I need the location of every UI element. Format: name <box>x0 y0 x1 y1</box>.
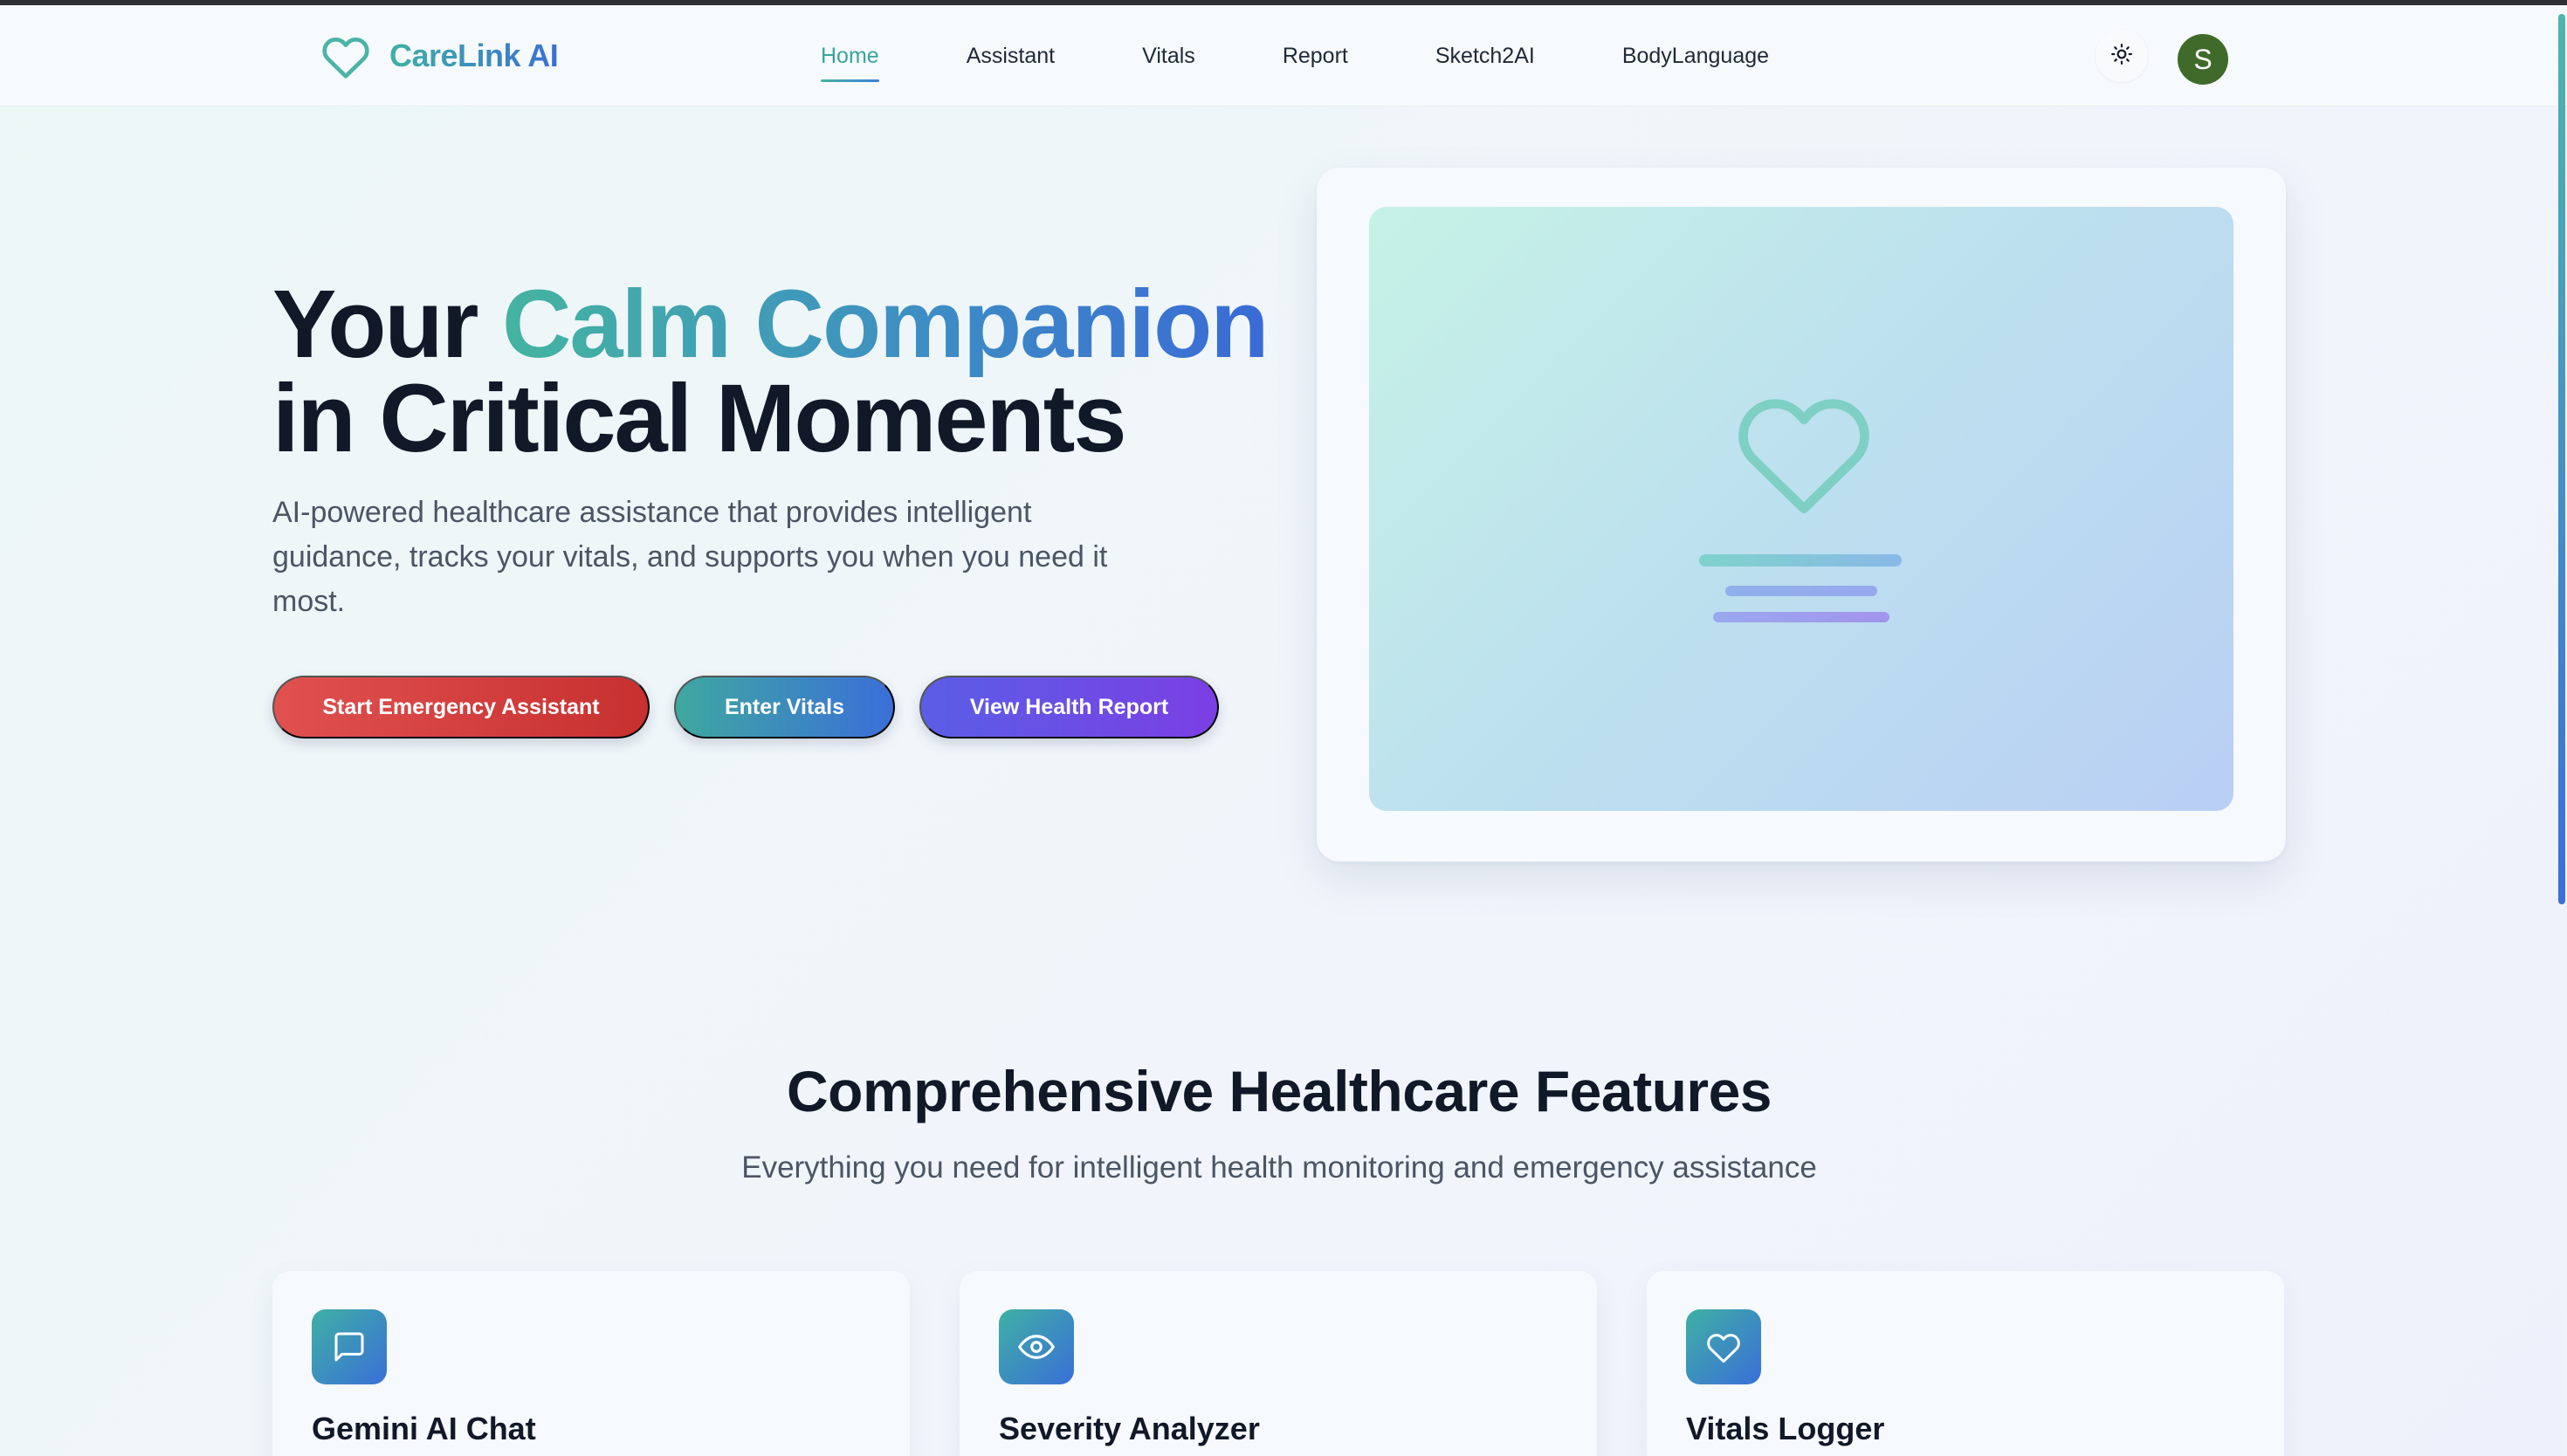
sun-icon <box>2110 43 2133 70</box>
heart-icon <box>1738 399 1869 514</box>
nav-sketch2ai[interactable]: Sketch2AI <box>1435 5 1535 106</box>
heart-icon <box>1686 1309 1761 1384</box>
feature-card-gemini-chat[interactable]: Gemini AI Chat <box>272 1271 910 1456</box>
theme-toggle-button[interactable] <box>2096 30 2148 82</box>
hero-title-accent: Calm Companion <box>501 271 1269 378</box>
illustration-line <box>1725 586 1877 596</box>
nav-bodylanguage[interactable]: BodyLanguage <box>1622 5 1769 106</box>
brand-name: CareLink AI <box>389 38 559 73</box>
illustration-line <box>1699 554 1902 567</box>
illustration-line <box>1713 612 1889 622</box>
page-scrollbar[interactable] <box>2555 5 2567 1456</box>
nav-home[interactable]: Home <box>821 5 879 106</box>
hero-illustration <box>1369 207 2233 811</box>
feature-card-vitals-logger[interactable]: Vitals Logger <box>1647 1271 2284 1456</box>
feature-card-severity-analyzer[interactable]: Severity Analyzer <box>960 1271 1597 1456</box>
enter-vitals-button[interactable]: Enter Vitals <box>674 676 895 738</box>
feature-title: Severity Analyzer <box>999 1411 1260 1446</box>
eye-icon <box>999 1309 1074 1384</box>
heart-icon <box>320 30 372 82</box>
hero-subtitle: AI-powered healthcare assistance that pr… <box>272 496 1108 618</box>
scrollbar-thumb[interactable] <box>2558 14 2565 904</box>
hero-title-part-2: in Critical Moments <box>272 365 1127 472</box>
view-health-report-button[interactable]: View Health Report <box>919 676 1219 738</box>
nav-vitals[interactable]: Vitals <box>1142 5 1195 106</box>
feature-title: Vitals Logger <box>1686 1411 1885 1446</box>
start-emergency-assistant-button[interactable]: Start Emergency Assistant <box>272 676 650 738</box>
hero-illustration-card <box>1317 168 2286 862</box>
chat-bubble-icon <box>312 1309 387 1384</box>
user-avatar[interactable]: S <box>2178 34 2228 85</box>
brand-logo[interactable]: CareLink AI <box>320 30 559 82</box>
hero-title-part-1: Your <box>272 271 502 378</box>
main-menu: Home Assistant Vitals Report Sketch2AI B… <box>821 5 1856 106</box>
features-subtitle: Everything you need for intelligent heal… <box>741 1150 1817 1185</box>
features-title: Comprehensive Healthcare Features <box>787 1059 1772 1123</box>
nav-report[interactable]: Report <box>1283 5 1348 106</box>
top-navbar: CareLink AI Home Assistant Vitals Report… <box>0 5 2567 106</box>
nav-assistant[interactable]: Assistant <box>967 5 1055 106</box>
feature-title: Gemini AI Chat <box>312 1411 536 1446</box>
hero-title: Your Calm Companion in Critical Moments <box>272 277 1320 467</box>
